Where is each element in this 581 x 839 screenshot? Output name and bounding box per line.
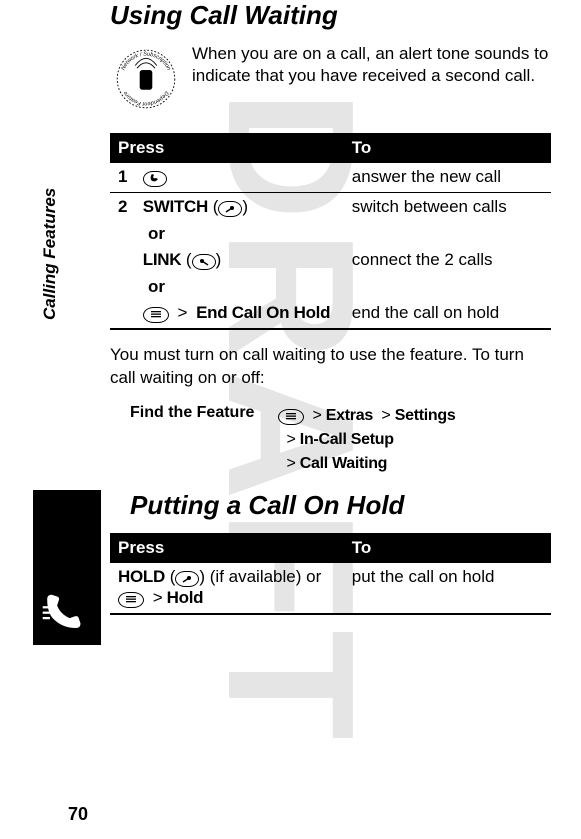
col-header-press: Press (118, 138, 352, 158)
svg-text:Network / Subscription: Network / Subscription (121, 52, 172, 72)
step-2-number: 2 (118, 197, 138, 217)
network-dependent-badge: Network / Subscription Dependent Feature (110, 43, 182, 115)
menu-key-icon-3 (118, 592, 144, 608)
hold-col-press: Press (118, 538, 352, 558)
link-action: connect the 2 calls (352, 250, 543, 270)
end-call-on-hold-label: End Call On Hold (196, 303, 330, 322)
find-feature-path: Extras Settings In-Call Setup Call Waiti… (278, 404, 455, 476)
right-soft-key-icon-2 (175, 571, 199, 587)
hold-press-cell: HOLD ( ) (if available) or Hold (118, 567, 352, 609)
path-callwaiting: Call Waiting (300, 455, 387, 472)
path-extras: Extras (326, 407, 373, 424)
body-after-table: You must turn on call waiting to use the… (110, 344, 551, 390)
right-soft-key-icon (218, 201, 242, 217)
step-1-number: 1 (118, 167, 138, 187)
left-soft-key-icon (192, 254, 216, 270)
section-title-call-waiting: Using Call Waiting (110, 0, 551, 31)
section-title-hold: Putting a Call On Hold (130, 490, 551, 521)
path-incall: In-Call Setup (300, 431, 394, 448)
hold-table: Press To HOLD ( ) (if available) or (110, 533, 551, 615)
call-waiting-table: Press To 1 answer the new call 2 (110, 133, 551, 330)
step-1-action: answer the new call (352, 167, 543, 187)
svg-text:Dependent Feature: Dependent Feature (123, 90, 170, 107)
hold-menu-label: Hold (167, 588, 204, 607)
menu-key-icon (143, 307, 169, 323)
or-label-1: or (148, 224, 165, 243)
switch-softkey-label: SWITCH (143, 197, 208, 216)
find-the-feature: Find the Feature Extras Settings In-Call… (110, 404, 551, 476)
col-header-to: To (352, 138, 543, 158)
path-settings: Settings (395, 407, 456, 424)
or-label-2: or (148, 277, 165, 296)
hold-action: put the call on hold (352, 567, 543, 609)
send-key-icon (143, 171, 167, 187)
switch-action: switch between calls (352, 197, 543, 217)
find-feature-heading: Find the Feature (110, 404, 270, 476)
end-call-action: end the call on hold (352, 303, 543, 323)
if-available: (if available) or (210, 567, 322, 586)
link-softkey-label: LINK (143, 250, 181, 269)
intro-text: When you are on a call, an alert tone so… (192, 43, 551, 87)
hold-col-to: To (352, 538, 543, 558)
menu-key-icon-2 (278, 409, 304, 425)
hold-softkey-label: HOLD (118, 567, 165, 586)
page-number: 70 (68, 804, 88, 825)
